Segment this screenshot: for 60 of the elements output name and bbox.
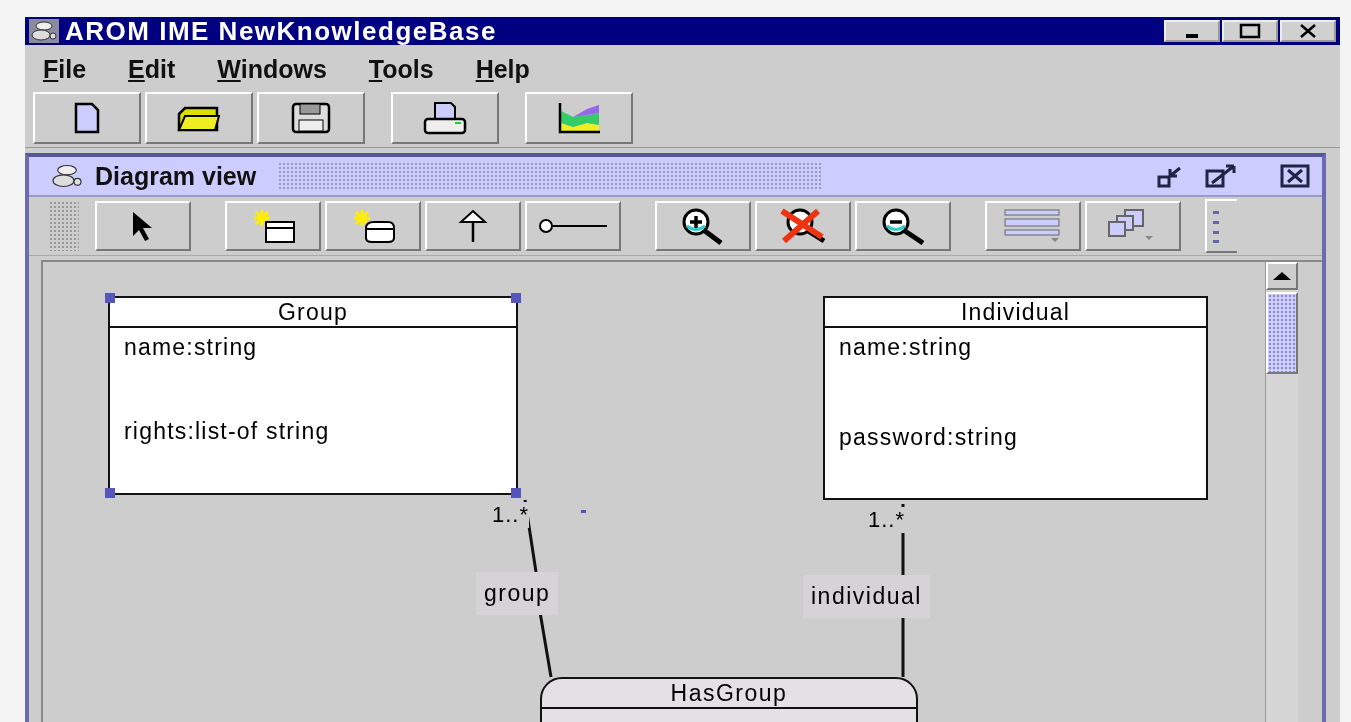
relation-name: HasGroup [542, 679, 916, 709]
attribute-text: password:string [839, 424, 1019, 451]
menu-item[interactable]: Windows [217, 54, 327, 84]
selection-handle[interactable] [511, 293, 521, 303]
toolbar-button[interactable] [855, 201, 951, 251]
multiplicity-label: 1..* [492, 502, 530, 528]
toolbar-button[interactable] [655, 201, 751, 251]
maximize-icon [1239, 23, 1261, 39]
role-label: group [476, 572, 559, 615]
toolbar-button[interactable] [325, 201, 421, 251]
close-button[interactable] [1280, 20, 1336, 42]
area-chart-icon [557, 101, 601, 135]
role-label: individual [803, 575, 930, 618]
toolbar-button[interactable] [95, 201, 191, 251]
toolbar-overflow[interactable] [1205, 199, 1237, 253]
selection-handle[interactable] [511, 488, 521, 498]
attribute-text: name:string [839, 334, 973, 361]
selection-handle[interactable] [105, 293, 115, 303]
toolbar-button[interactable] [425, 201, 521, 251]
class-box[interactable]: Group name:string rights:list-of string [108, 296, 518, 495]
class-name: Individual [825, 298, 1206, 328]
folder-icon [177, 104, 221, 132]
close-icon [1280, 164, 1310, 188]
menu-item[interactable]: File [43, 54, 87, 84]
printer-icon [423, 101, 467, 135]
maximize-button[interactable] [1222, 20, 1278, 42]
toolbar-button[interactable] [391, 92, 499, 144]
up-arrow-icon [458, 208, 488, 244]
toolbar-button[interactable] [525, 92, 633, 144]
zoom-reset-icon [778, 207, 828, 245]
relation-box[interactable]: HasGroup [540, 677, 918, 722]
frame-title: Diagram view [95, 161, 257, 191]
app-icon [29, 19, 59, 43]
document-icon [74, 102, 100, 134]
toolbar-button[interactable] [225, 201, 321, 251]
zoom-in-icon [681, 207, 725, 245]
minimize-icon [1186, 34, 1198, 38]
attribute-text: rights:list-of string [124, 418, 330, 445]
close-icon [1298, 23, 1318, 39]
toolbar-button[interactable] [33, 92, 141, 144]
toolbar-button[interactable] [145, 92, 253, 144]
up-triangle-icon [1273, 272, 1291, 280]
attribute-text: name:string [124, 334, 258, 361]
multiplicity-label: 1..* [868, 507, 906, 533]
link-icon [537, 218, 609, 234]
window-title: AROM IME NewKnowledgeBase [65, 15, 497, 47]
minimize-button[interactable] [1164, 20, 1220, 42]
toolbar-button[interactable] [257, 92, 365, 144]
scroll-up-button[interactable] [1266, 262, 1298, 290]
scrollbar-thumb[interactable] [1266, 292, 1298, 374]
toolbar-button[interactable] [525, 201, 621, 251]
class-box[interactable]: Individual name:string password:string [823, 296, 1208, 500]
toolbar-button[interactable] [755, 201, 851, 251]
vertical-scrollbar[interactable] [1265, 262, 1298, 722]
toolbar-grip[interactable] [49, 201, 79, 251]
selection-handle[interactable] [105, 488, 115, 498]
menu-item[interactable]: Tools [368, 54, 434, 84]
menu-item[interactable]: Edit [128, 54, 176, 84]
app-icon [49, 162, 85, 190]
menu-item[interactable]: Help [475, 54, 530, 84]
